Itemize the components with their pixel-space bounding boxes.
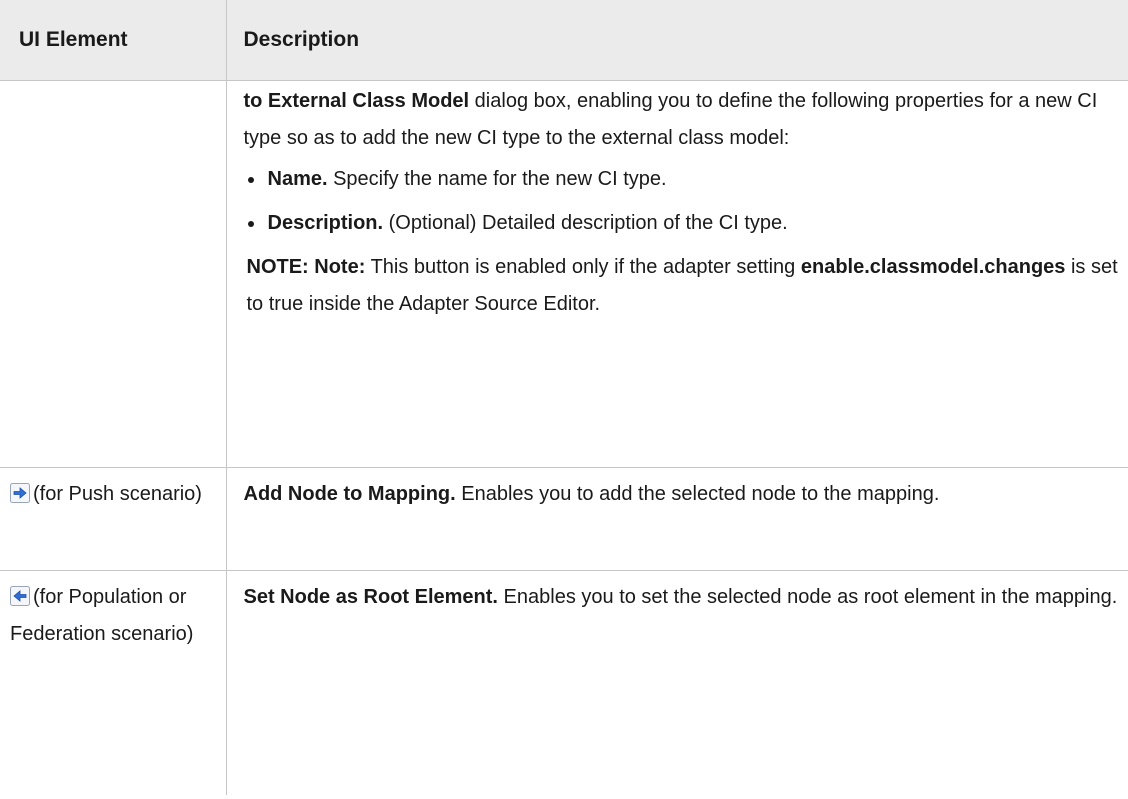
list-item: Name. Specify the name for the new CI ty… [244,161,1123,198]
action-description: Enables you to set the selected node as … [498,586,1118,608]
description-cell: Set Node as Root Element. Enables you to… [226,571,1128,796]
note-text: This button is enabled only if the adapt… [365,256,801,278]
element-label: (for Population or Federation scenario) [10,586,194,645]
ui-element-cell: (for Push scenario) [0,467,227,571]
ui-element-cell [0,80,227,468]
element-label: (for Push scenario) [33,483,202,505]
note: NOTE: Note: This button is enabled only … [244,249,1123,323]
note-setting: enable.classmodel.changes [800,256,1066,278]
prop-text: Specify the name for the new CI type. [327,168,667,190]
action-description: Enables you to add the selected node to … [455,483,940,505]
prop-label: Name. [267,168,328,190]
list-item: Description. (Optional) Detailed descrip… [244,205,1123,242]
action-name: Set Node as Root Element. [243,586,499,608]
description-cell: Add Node to Mapping. Enables you to add … [226,467,1128,571]
row1-intro: to External Class Model dialog box, enab… [244,83,1123,157]
arrow-right-icon [10,479,30,503]
prop-text: (Optional) Detailed description of the C… [383,212,788,234]
properties-list: Name. Specify the name for the new CI ty… [244,161,1123,242]
arrow-left-icon [10,582,30,606]
description-cell: to External Class Model dialog box, enab… [226,80,1128,468]
dialog-name: to External Class Model [243,90,470,112]
header-description: Description [226,0,1128,81]
table-row: (for Push scenario) Add Node to Mapping.… [0,467,1128,571]
action-name: Add Node to Mapping. [243,483,456,505]
table-row: to External Class Model dialog box, enab… [0,80,1128,468]
prop-label: Description. [267,212,384,234]
note-label: NOTE: Note: [246,256,366,278]
table-header-row: UI Element Description [0,0,1128,81]
ui-elements-table: UI Element Description to External Class… [0,0,1128,795]
table-row: (for Population or Federation scenario) … [0,570,1128,796]
header-ui-element: UI Element [0,0,227,81]
ui-element-cell: (for Population or Federation scenario) [0,570,227,795]
